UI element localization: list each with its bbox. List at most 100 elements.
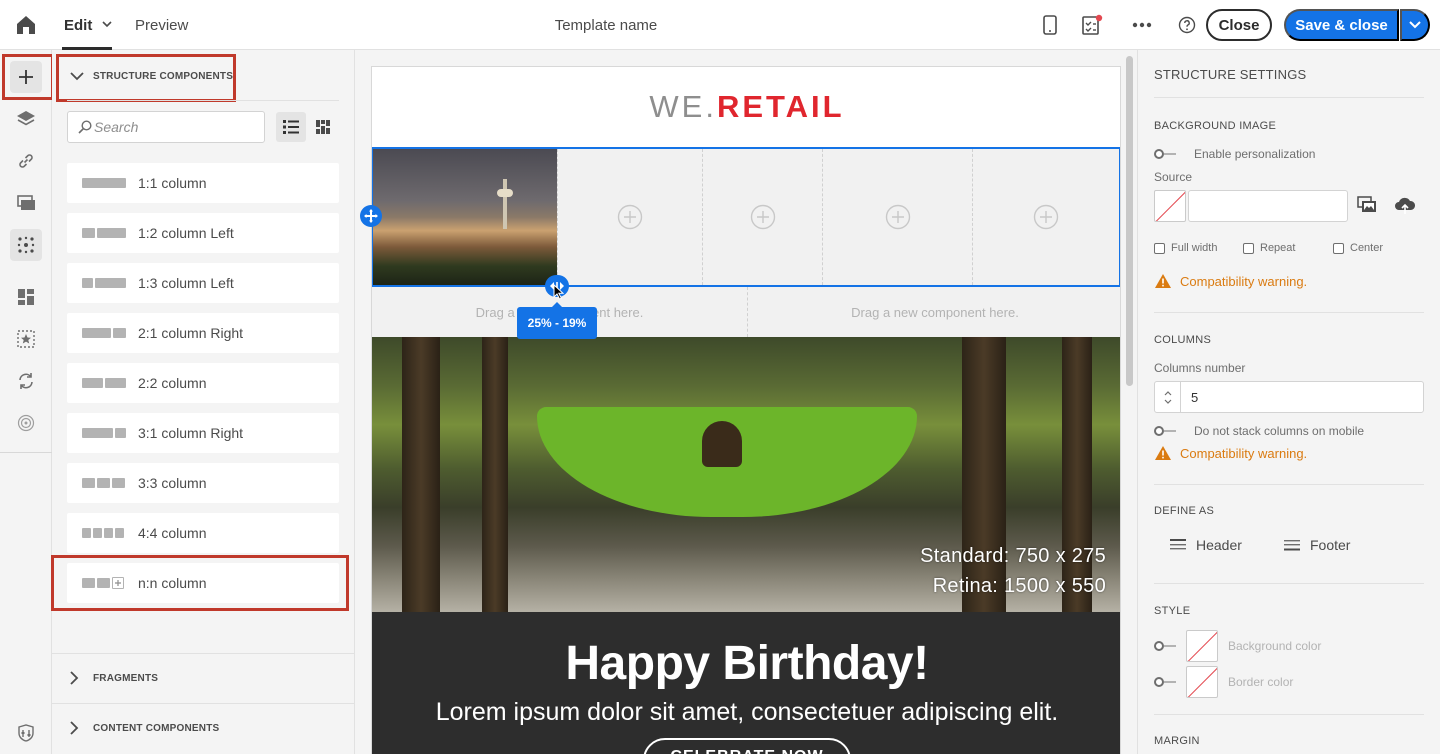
star-frame-icon[interactable] (10, 323, 42, 355)
celebrate-button[interactable]: CELEBRATE NOW (643, 738, 851, 754)
link-icon[interactable] (10, 145, 42, 177)
selected-structure-row[interactable] (372, 147, 1120, 287)
component-3-1-column-right[interactable]: 3:1 column Right (67, 413, 339, 453)
home-icon[interactable] (14, 13, 38, 37)
template-name[interactable]: Template name (506, 0, 706, 50)
cloud-upload-icon[interactable] (1394, 195, 1416, 220)
repeat-label: Repeat (1260, 242, 1296, 254)
left-rail (0, 50, 52, 754)
no-stack-toggle[interactable] (1154, 425, 1178, 437)
component-3-3-column[interactable]: 3:3 column (67, 463, 339, 503)
center-checkbox[interactable]: Center (1333, 242, 1383, 254)
component-label: 1:1 column (138, 175, 207, 191)
personalization-icon[interactable] (10, 229, 42, 261)
city-image[interactable] (373, 149, 557, 285)
chevron-down-icon[interactable] (1164, 399, 1172, 404)
search-input[interactable]: Search (67, 111, 265, 143)
empty-column-dropzone[interactable] (557, 149, 702, 285)
compatibility-warning[interactable]: Compatibility warning. (1154, 273, 1307, 289)
component-4-4-column[interactable]: 4:4 column (67, 513, 339, 553)
tower-shape (503, 179, 507, 229)
hammock-image[interactable]: Standard: 750 x 275 Retina: 1500 x 550 (372, 337, 1120, 612)
image-picker-icon[interactable] (1357, 195, 1377, 220)
save-options-button[interactable] (1400, 9, 1430, 41)
logo-row[interactable]: WE. RETAIL (372, 67, 1120, 147)
empty-column-dropzone[interactable] (702, 149, 822, 285)
component-1-1-column[interactable]: 1:1 column (67, 163, 339, 203)
source-input[interactable] (1188, 190, 1348, 222)
component-label: 1:2 column Left (138, 225, 234, 241)
layers-icon[interactable] (10, 103, 42, 135)
component-1-2-column-left[interactable]: 1:2 column Left (67, 213, 339, 253)
chevron-right-icon (70, 671, 84, 685)
tab-edit-label: Edit (64, 16, 93, 34)
image-dims-standard: Standard: 750 x 275 (920, 545, 1106, 567)
component-label: 3:3 column (138, 475, 207, 491)
assets-icon[interactable] (10, 187, 42, 219)
mobile-preview-icon[interactable] (1038, 13, 1062, 37)
highlight-structure-header (56, 54, 236, 102)
fragments-header[interactable]: FRAGMENTS (52, 653, 355, 703)
bg-image-heading: BACKGROUND IMAGE (1154, 120, 1277, 132)
drop-zone-right[interactable]: Drag a new component here. (747, 287, 1120, 337)
define-footer-button[interactable]: Footer (1284, 537, 1350, 553)
empty-column-dropzone[interactable] (822, 149, 972, 285)
stepper-arrows[interactable] (1155, 382, 1181, 412)
border-color-toggle[interactable] (1154, 676, 1178, 688)
sync-icon[interactable] (10, 365, 42, 397)
source-label: Source (1154, 170, 1193, 184)
save-close-button[interactable]: Save & close (1284, 9, 1399, 41)
background-color-swatch[interactable] (1186, 630, 1218, 662)
style-heading: STYLE (1154, 605, 1191, 617)
add-content-icon (885, 204, 910, 230)
chevron-down-icon[interactable] (102, 19, 112, 31)
component-2-1-column-right[interactable]: 2:1 column Right (67, 313, 339, 353)
grid-view-icon[interactable] (308, 112, 338, 142)
source-swatch[interactable] (1154, 190, 1186, 222)
border-color-swatch[interactable] (1186, 666, 1218, 698)
scrollbar-thumb[interactable] (1126, 56, 1133, 386)
warning-text: Compatibility warning. (1180, 273, 1308, 289)
canvas-scrollbar[interactable] (1124, 50, 1136, 754)
close-button[interactable]: Close (1206, 9, 1272, 41)
drop-zone-row[interactable]: Drag a new component here. Drag a new co… (372, 287, 1120, 337)
add-content-icon (1033, 204, 1059, 230)
layout-thumbnail-icon (82, 527, 126, 539)
empty-column-dropzone[interactable] (972, 149, 1119, 285)
component-2-2-column[interactable]: 2:2 column (67, 363, 339, 403)
component-1-3-column-left[interactable]: 1:3 column Left (67, 263, 339, 303)
repeat-checkbox[interactable]: Repeat (1243, 242, 1295, 254)
header-label: Header (1196, 537, 1242, 553)
settings-sliders-icon[interactable] (10, 717, 42, 749)
highlight-add-button (2, 54, 54, 100)
rail-divider (0, 452, 52, 453)
compatibility-warning[interactable]: Compatibility warning. (1154, 445, 1307, 461)
full-width-checkbox[interactable]: Full width (1154, 242, 1217, 254)
image-dims-retina: Retina: 1500 x 550 (932, 575, 1106, 597)
full-width-label: Full width (1171, 242, 1218, 254)
checklist-icon[interactable] (1080, 13, 1104, 37)
more-options-icon[interactable] (1130, 13, 1154, 37)
tab-edit[interactable]: Edit (64, 0, 112, 50)
define-header-button[interactable]: Header (1170, 537, 1242, 553)
columns-number-stepper[interactable]: 5 (1154, 381, 1424, 413)
add-row-handle-icon[interactable] (360, 205, 382, 227)
enable-personalization-toggle[interactable] (1154, 148, 1178, 160)
content-components-header[interactable]: CONTENT COMPONENTS (52, 703, 355, 753)
columns-number-value: 5 (1191, 389, 1199, 405)
top-bar: Edit Preview Template name Close Save & … (0, 0, 1440, 50)
tower-shape (497, 189, 513, 197)
chevron-up-icon[interactable] (1164, 390, 1172, 396)
target-icon[interactable] (10, 407, 42, 439)
birthday-block[interactable]: Happy Birthday! Lorem ipsum dolor sit am… (372, 612, 1120, 754)
list-view-icon[interactable] (276, 112, 306, 142)
help-icon[interactable] (1175, 13, 1199, 37)
resize-tooltip: 25% - 19% (517, 302, 597, 339)
layout-thumbnail-icon (82, 427, 126, 439)
mouse-pointer-icon (553, 283, 565, 305)
background-color-toggle[interactable] (1154, 640, 1178, 652)
dashboard-icon[interactable] (10, 281, 42, 313)
tab-preview[interactable]: Preview (135, 0, 188, 50)
logo-retail: RETAIL (716, 89, 845, 124)
headline: Happy Birthday! (565, 637, 929, 690)
